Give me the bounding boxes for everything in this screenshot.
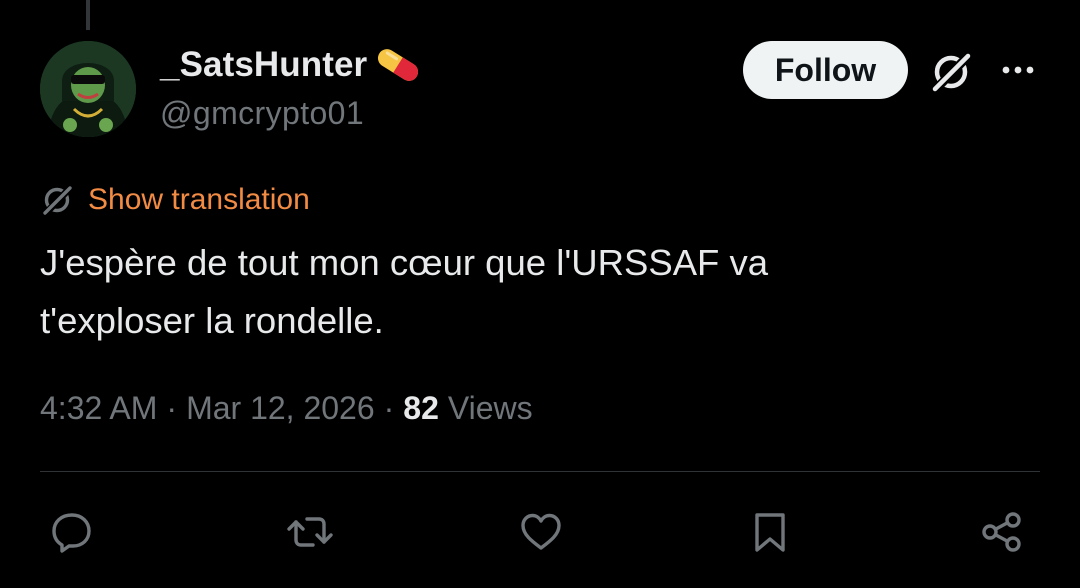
display-name-row: _SatsHunter	[160, 43, 421, 87]
bookmark-icon	[755, 513, 785, 552]
bookmark-button[interactable]	[744, 506, 796, 558]
thread-connector-line	[86, 0, 90, 30]
display-name[interactable]: _SatsHunter	[160, 45, 367, 85]
views-label: Views	[447, 389, 533, 426]
like-icon	[521, 513, 561, 550]
user-handle[interactable]: @gmcrypto01	[160, 95, 364, 132]
translation-row: Show translation	[40, 180, 310, 220]
like-button[interactable]	[515, 506, 567, 558]
share-button[interactable]	[976, 506, 1028, 558]
meta-separator: ·	[383, 389, 395, 426]
divider	[40, 471, 1040, 472]
tweet-text-line-1: J'espère de tout mon cœur que l'URSSAF v…	[40, 242, 769, 283]
meta-separator: ·	[166, 389, 178, 426]
grok-icon	[931, 51, 973, 94]
grok-button[interactable]	[925, 46, 977, 98]
reply-button[interactable]	[46, 506, 98, 558]
avatar[interactable]	[40, 41, 136, 137]
retweet-icon	[287, 517, 333, 547]
tweet-meta: 4:32 AM · Mar 12, 2026 · 82 Views	[40, 386, 533, 430]
tweet-date[interactable]: Mar 12, 2026	[186, 390, 375, 427]
translate-icon	[42, 184, 74, 217]
follow-button[interactable]: Follow	[743, 41, 908, 99]
tweet-time[interactable]: 4:32 AM	[40, 390, 157, 427]
tweet-text: J'espère de tout mon cœur que l'URSSAF v…	[40, 234, 1040, 350]
share-icon	[982, 512, 1021, 552]
retweet-button[interactable]	[284, 506, 336, 558]
more-icon	[1002, 66, 1034, 74]
avatar-image	[40, 41, 136, 137]
more-options-button[interactable]	[994, 50, 1042, 90]
tweet-text-line-2: t'exploser la rondelle.	[40, 300, 384, 341]
views-count: 82	[403, 389, 439, 426]
show-translation-link[interactable]: Show translation	[88, 183, 310, 217]
reply-icon	[52, 513, 91, 553]
pill-emoji-icon	[378, 49, 419, 81]
